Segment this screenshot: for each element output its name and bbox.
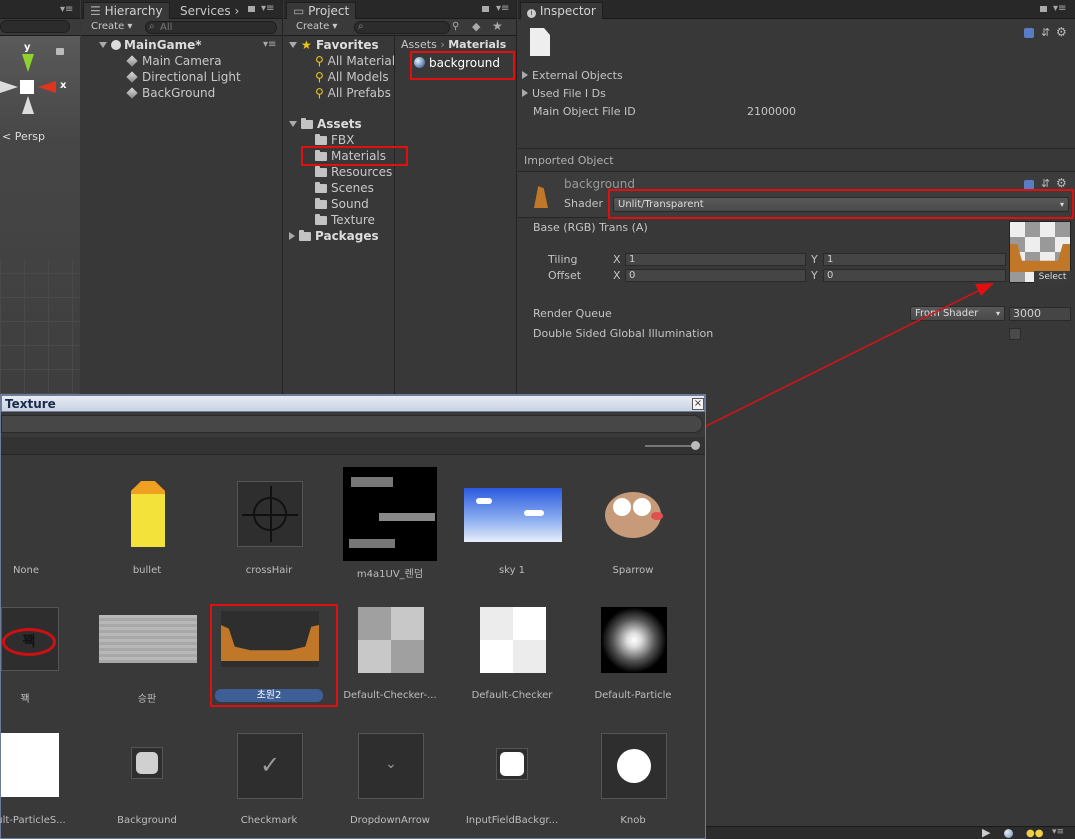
size-slider-thumb[interactable] (691, 441, 700, 450)
thumb-default-checker[interactable] (480, 607, 546, 673)
highlight-selected-texture (210, 604, 338, 707)
thumb-caption: crossHair (245, 565, 293, 576)
thumb-caption: ult-ParticleS... (0, 815, 66, 826)
thumb-caption: Default-Checker (471, 690, 553, 701)
thumb-default-particle-system[interactable] (1, 733, 59, 797)
thumb-caption: DropdownArrow (349, 815, 430, 826)
thumb-caption: Background (117, 815, 177, 826)
size-slider[interactable] (645, 445, 695, 447)
thumb-sky[interactable] (464, 488, 562, 542)
thumb-caption: sky 1 (498, 565, 526, 576)
thumb-checkmark[interactable]: ✓ (237, 733, 303, 799)
thumb-knob[interactable] (601, 733, 667, 799)
thumb-caption: Sparrow (612, 565, 654, 576)
thumb-caption: Default-Checker-... (343, 690, 437, 701)
thumb-caption: Default-Particle (594, 690, 672, 701)
thumb-caption: None (12, 565, 40, 576)
picker-tabs (1, 437, 705, 455)
thumb-sparrow[interactable] (601, 486, 667, 542)
picker-search-bar[interactable] (1, 415, 703, 433)
thumb-wood[interactable] (99, 615, 197, 663)
thumb-none[interactable] (1, 465, 61, 555)
thumb-bullet[interactable] (131, 481, 165, 547)
thumb-caption: 꽥 (20, 694, 30, 705)
picker-title: Texture (5, 397, 56, 411)
close-button[interactable]: × (692, 398, 704, 410)
thumb-caption: Knob (620, 815, 646, 826)
thumb-m4a1[interactable] (343, 467, 437, 561)
thumb-input-field-background[interactable] (496, 748, 528, 780)
thumb-background[interactable] (131, 747, 163, 779)
thumb-dropdown-arrow[interactable]: ⌄ (358, 733, 424, 799)
thumb-caption: 승판 (137, 694, 157, 705)
thumb-caption: InputFieldBackgr... (465, 815, 559, 826)
thumb-default-particle[interactable] (601, 607, 667, 673)
thumb-caption: Checkmark (240, 815, 298, 826)
texture-picker-window: Texture × None bullet crossHair m4a1UV_렌… (0, 394, 706, 839)
thumb-default-checker-gray[interactable] (358, 607, 424, 673)
picker-titlebar[interactable]: Texture × (1, 395, 705, 412)
thumb-kwak[interactable]: 꽥 (1, 607, 59, 671)
thumb-crosshair[interactable] (237, 481, 303, 547)
thumb-caption: m4a1UV_렌덤 (356, 569, 424, 580)
thumb-caption: bullet (132, 565, 162, 576)
